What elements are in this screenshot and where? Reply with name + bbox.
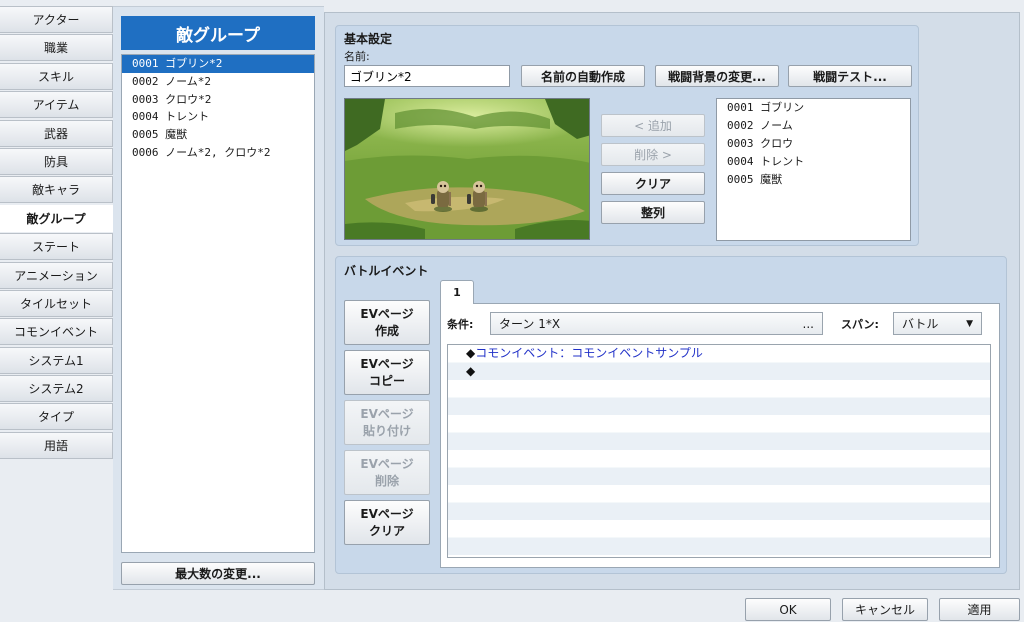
- battle-test-button[interactable]: 戦闘テスト...: [788, 65, 912, 87]
- nav-item-skills[interactable]: スキル: [0, 62, 113, 90]
- nav-item-common-events[interactable]: コモンイベント: [0, 318, 113, 346]
- dropdown-arrow-icon: ▼: [966, 318, 973, 329]
- nav-item-types[interactable]: タイプ: [0, 403, 113, 431]
- command-row[interactable]: ◆コモンイベント：コモンイベントサンプル: [448, 345, 990, 363]
- paste-event-page-label-1: EVページ: [360, 406, 414, 421]
- command-marker-icon: ◆: [466, 363, 476, 378]
- nav-item-troops[interactable]: 敵グループ: [0, 204, 113, 232]
- delete-event-page-label-1: EVページ: [360, 456, 414, 471]
- battle-preview[interactable]: [344, 98, 590, 240]
- troop-list-item[interactable]: 0005 魔獣: [122, 126, 314, 144]
- nav-item-states[interactable]: ステート: [0, 233, 113, 261]
- general-settings-title: 基本設定: [344, 32, 393, 46]
- nav-item-items[interactable]: アイテム: [0, 91, 113, 119]
- command-row[interactable]: ◆: [448, 363, 990, 381]
- enemy-list-item[interactable]: 0001 ゴブリン: [717, 99, 910, 117]
- clear-event-page-button[interactable]: EVページ クリア: [344, 500, 430, 545]
- condition-value: ターン 1*X: [499, 317, 561, 331]
- enemy-list-item[interactable]: 0002 ノーム: [717, 117, 910, 135]
- delete-event-page-button[interactable]: EVページ 削除: [344, 450, 430, 495]
- nav-item-weapons[interactable]: 武器: [0, 119, 113, 147]
- name-field[interactable]: [344, 65, 510, 87]
- event-command-list[interactable]: ◆コモンイベント：コモンイベントサンプル ◆: [447, 344, 991, 558]
- nav-item-tilesets[interactable]: タイルセット: [0, 289, 113, 317]
- enemy-list-item[interactable]: 0005 魔獣: [717, 171, 910, 189]
- change-battleback-button[interactable]: 戦闘背景の変更...: [655, 65, 779, 87]
- paste-event-page-label-2: 貼り付け: [362, 423, 411, 438]
- ellipsis-icon: ...: [802, 316, 814, 331]
- paste-event-page-button[interactable]: EVページ 貼り付け: [344, 400, 430, 445]
- troop-list-item[interactable]: 0004 トレント: [122, 108, 314, 126]
- nav-item-animations[interactable]: アニメーション: [0, 261, 113, 289]
- copy-event-page-label-2: コピー: [368, 373, 405, 388]
- clear-enemies-button[interactable]: クリア: [601, 172, 705, 195]
- event-page-content: 条件: ターン 1*X ... スパン: バトル ▼ ◆コモンイベント：コモンイ…: [440, 303, 1000, 568]
- battle-event-title: バトルイベント: [344, 264, 429, 278]
- align-enemies-button[interactable]: 整列: [601, 201, 705, 224]
- nav-item-enemies[interactable]: 敵キャラ: [0, 176, 113, 204]
- copy-event-page-label-1: EVページ: [360, 356, 414, 371]
- troop-list-item[interactable]: 0003 クロウ*2: [122, 91, 314, 109]
- database-nav: アクター 職業 スキル アイテム 武器 防具 敵キャラ 敵グループ ステート ア…: [0, 6, 113, 460]
- general-settings-panel: 基本設定 名前: 名前の自動作成 戦闘背景の変更... 戦闘テスト...: [335, 25, 919, 246]
- name-label: 名前:: [344, 50, 370, 63]
- enemy-list-item[interactable]: 0003 クロウ: [717, 135, 910, 153]
- enemy-list[interactable]: 0001 ゴブリン 0002 ノーム 0003 クロウ 0004 トレント 00…: [716, 98, 911, 241]
- auto-name-button[interactable]: 名前の自動作成: [521, 65, 645, 87]
- troop-list[interactable]: 0001 ゴブリン*2 0002 ノーム*2 0003 クロウ*2 0004 ト…: [121, 54, 315, 553]
- delete-event-page-label-2: 削除: [374, 473, 399, 488]
- troop-list-item[interactable]: 0006 ノーム*2, クロウ*2: [122, 144, 314, 162]
- tab-page-1[interactable]: 1: [440, 280, 474, 304]
- add-enemy-button[interactable]: < 追加: [601, 114, 705, 137]
- span-select[interactable]: バトル ▼: [893, 312, 982, 335]
- troop-list-item[interactable]: 0001 ゴブリン*2: [122, 55, 314, 73]
- nav-item-classes[interactable]: 職業: [0, 34, 113, 62]
- troop-list-panel: 敵グループ 0001 ゴブリン*2 0002 ノーム*2 0003 クロウ*2 …: [113, 6, 324, 590]
- enemy-list-item[interactable]: 0004 トレント: [717, 153, 910, 171]
- change-maximum-button[interactable]: 最大数の変更...: [121, 562, 315, 585]
- nav-item-terms[interactable]: 用語: [0, 431, 113, 459]
- clear-event-page-label-1: EVページ: [360, 506, 414, 521]
- copy-event-page-button[interactable]: EVページ コピー: [344, 350, 430, 395]
- new-event-page-button[interactable]: EVページ 作成: [344, 300, 430, 345]
- span-label: スパン:: [841, 318, 879, 331]
- apply-button[interactable]: 適用: [939, 598, 1020, 621]
- new-event-page-label-1: EVページ: [360, 306, 414, 321]
- clear-event-page-label-2: クリア: [368, 523, 405, 538]
- new-event-page-label-2: 作成: [374, 323, 399, 338]
- nav-item-system1[interactable]: システム1: [0, 346, 113, 374]
- troop-list-title: 敵グループ: [121, 16, 315, 50]
- cancel-button[interactable]: キャンセル: [842, 598, 928, 621]
- command-text: コモンイベント：コモンイベントサンプル: [475, 346, 703, 360]
- battle-event-panel: バトルイベント EVページ 作成 EVページ コピー EVページ 貼り付け EV…: [335, 256, 1007, 574]
- ok-button[interactable]: OK: [745, 598, 831, 621]
- troop-list-item[interactable]: 0002 ノーム*2: [122, 73, 314, 91]
- troop-detail-area: 基本設定 名前: 名前の自動作成 戦闘背景の変更... 戦闘テスト...: [324, 12, 1020, 590]
- command-marker-icon: ◆: [466, 346, 476, 360]
- condition-label: 条件:: [447, 318, 474, 331]
- span-value: バトル: [902, 317, 939, 331]
- nav-item-armors[interactable]: 防具: [0, 147, 113, 175]
- nav-item-system2[interactable]: システム2: [0, 375, 113, 403]
- condition-field[interactable]: ターン 1*X ...: [490, 312, 823, 335]
- remove-enemy-button[interactable]: 削除 >: [601, 143, 705, 166]
- nav-item-actors[interactable]: アクター: [0, 6, 113, 33]
